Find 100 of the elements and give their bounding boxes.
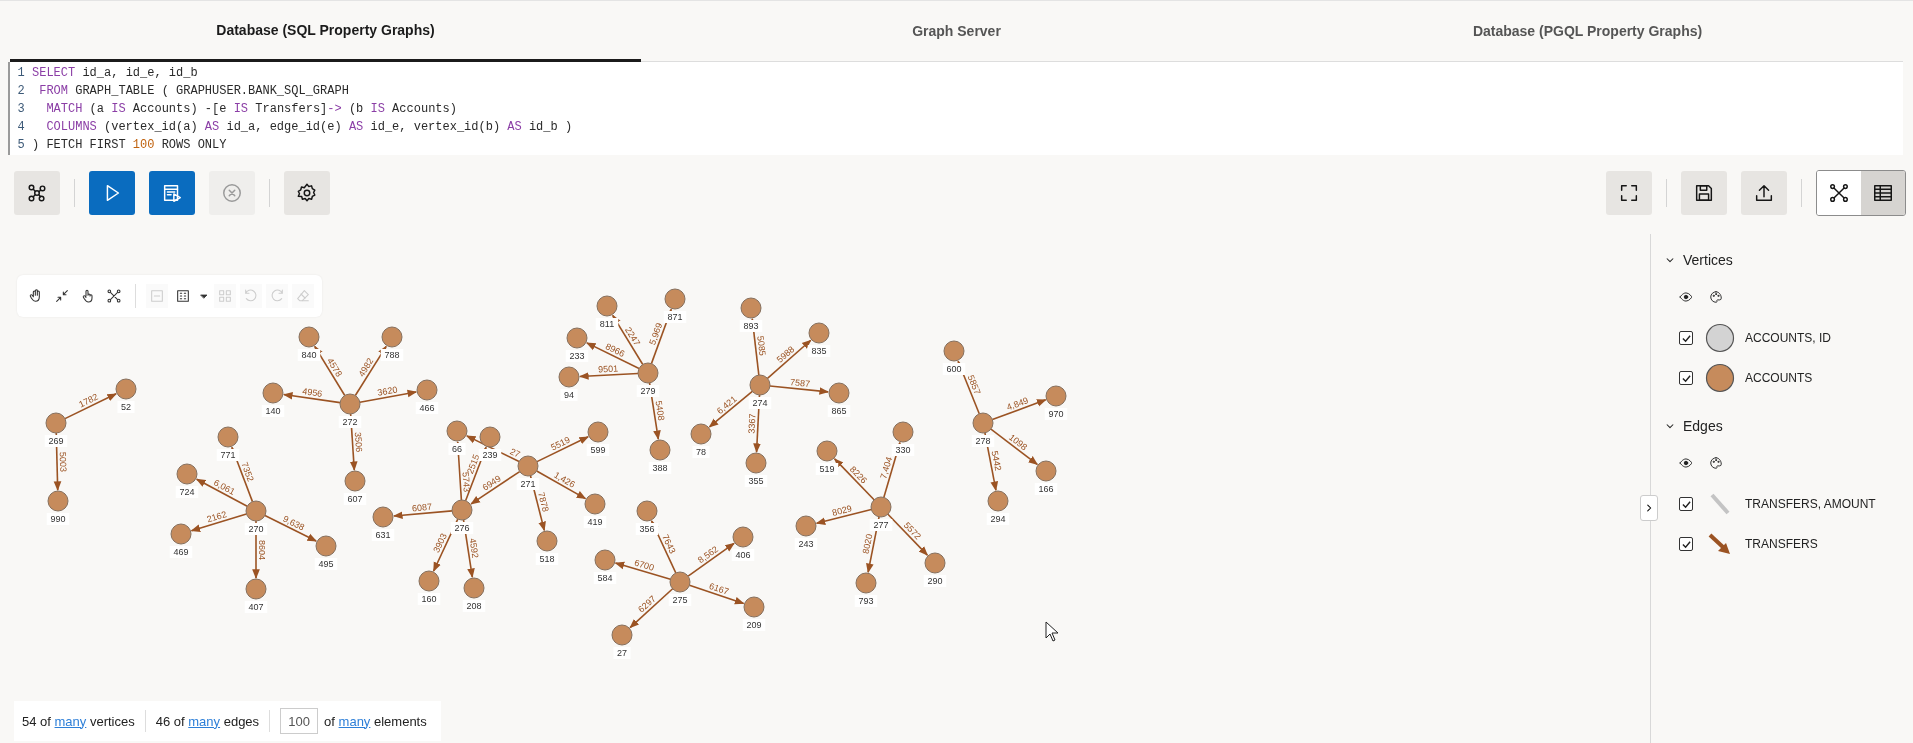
run-button[interactable]: [89, 170, 135, 215]
graph-node[interactable]: [924, 552, 946, 574]
graph-node[interactable]: [611, 624, 633, 646]
node-label: 52: [117, 401, 135, 413]
graph-node[interactable]: [943, 340, 965, 362]
graph-node[interactable]: [1045, 385, 1067, 407]
node-label: 495: [314, 558, 338, 570]
graph-node[interactable]: [816, 440, 838, 462]
edge-label: 7643: [660, 532, 678, 556]
edge-arrow[interactable]: [833, 458, 875, 501]
section-header[interactable]: Vertices: [1665, 252, 1733, 268]
edge-arrow[interactable]: [614, 561, 672, 580]
graph-node[interactable]: [987, 490, 1009, 512]
graph-node[interactable]: [170, 523, 192, 545]
graph-node[interactable]: [637, 362, 659, 384]
graph-node[interactable]: [594, 549, 616, 571]
graph-view-button[interactable]: [1817, 170, 1861, 215]
graph-node[interactable]: [795, 515, 817, 537]
checkbox[interactable]: [1679, 537, 1693, 551]
graph-node[interactable]: [381, 326, 403, 348]
graph-node[interactable]: [732, 526, 754, 548]
graph-node[interactable]: [743, 596, 765, 618]
graph-node[interactable]: [451, 499, 473, 521]
graph-node[interactable]: [517, 455, 539, 477]
graph-node[interactable]: [664, 288, 686, 310]
graph-node[interactable]: [749, 374, 771, 396]
edge-arrow[interactable]: [64, 393, 117, 420]
save-button[interactable]: [1681, 170, 1727, 215]
many-link[interactable]: many: [54, 713, 87, 729]
network-icon: [1828, 181, 1850, 204]
run-script-button[interactable]: [149, 170, 195, 215]
graph-node[interactable]: [1035, 460, 1057, 482]
graph-node[interactable]: [972, 412, 994, 434]
edge-arrow[interactable]: [769, 385, 829, 395]
edge-label: 27: [508, 446, 522, 460]
graph-node[interactable]: [479, 426, 501, 448]
checkbox[interactable]: [1679, 331, 1693, 345]
edge-arrow[interactable]: [887, 513, 929, 556]
edge-arrow[interactable]: [766, 339, 812, 380]
graph-node[interactable]: [690, 423, 712, 445]
graph-node[interactable]: [217, 426, 239, 448]
graph-node[interactable]: [463, 577, 485, 599]
graph-node[interactable]: [808, 322, 830, 344]
collapse-panel-button[interactable]: [1640, 495, 1658, 521]
many-link[interactable]: many: [188, 713, 221, 729]
graph-node[interactable]: [584, 493, 606, 515]
graph-node[interactable]: [636, 500, 658, 522]
graph-node[interactable]: [558, 366, 580, 388]
export-button[interactable]: [1741, 170, 1787, 215]
graph-node[interactable]: [828, 382, 850, 404]
graph-node[interactable]: [298, 326, 320, 348]
graph-node[interactable]: [745, 452, 767, 474]
code-editor[interactable]: [8, 62, 1903, 155]
graph-node[interactable]: [45, 412, 67, 434]
many-link[interactable]: many: [338, 713, 371, 729]
graph-node[interactable]: [587, 421, 609, 443]
graph-node[interactable]: [418, 570, 440, 592]
edge-arrow[interactable]: [536, 436, 589, 463]
edge-arrow[interactable]: [991, 399, 1047, 421]
graph-node[interactable]: [315, 535, 337, 557]
graph-node[interactable]: [416, 379, 438, 401]
edge-arrow[interactable]: [454, 441, 463, 501]
graph-node[interactable]: [649, 439, 671, 461]
edge-arrow[interactable]: [688, 584, 745, 605]
node-label: 275: [668, 594, 692, 606]
graph-node[interactable]: [262, 382, 284, 404]
edge-label: 3620: [376, 384, 399, 398]
checkbox[interactable]: [1679, 371, 1693, 385]
graph-node[interactable]: [870, 496, 892, 518]
graph-node[interactable]: [892, 421, 914, 443]
section-header[interactable]: Edges: [1665, 418, 1723, 434]
edge-arrow[interactable]: [393, 510, 453, 520]
edge-arrow[interactable]: [190, 513, 248, 532]
graph-node[interactable]: [596, 295, 618, 317]
graph-node[interactable]: [669, 571, 691, 593]
node-label: 584: [593, 572, 617, 584]
edge-arrow[interactable]: [629, 587, 674, 629]
graph-button[interactable]: [14, 170, 60, 215]
graph-node[interactable]: [740, 297, 762, 319]
graph-node[interactable]: [47, 490, 69, 512]
graph-node[interactable]: [536, 530, 558, 552]
graph-node[interactable]: [115, 378, 137, 400]
graph-node[interactable]: [566, 327, 588, 349]
graph-node[interactable]: [245, 500, 267, 522]
graph-node[interactable]: [245, 578, 267, 600]
element-limit-field[interactable]: 100: [280, 708, 319, 734]
settings-button[interactable]: [284, 170, 330, 215]
graph-node[interactable]: [176, 463, 198, 485]
edge-arrow[interactable]: [579, 372, 639, 380]
table-view-button[interactable]: [1861, 170, 1905, 215]
graph-node[interactable]: [344, 470, 366, 492]
graph-node[interactable]: [855, 572, 877, 594]
checkbox[interactable]: [1679, 497, 1693, 511]
edge-arrow[interactable]: [687, 542, 735, 577]
fullscreen-button[interactable]: [1606, 170, 1652, 215]
graph-node[interactable]: [339, 393, 361, 415]
edge-arrow[interactable]: [264, 514, 317, 542]
node-label: 279: [636, 385, 660, 397]
graph-node[interactable]: [446, 420, 468, 442]
graph-node[interactable]: [372, 506, 394, 528]
